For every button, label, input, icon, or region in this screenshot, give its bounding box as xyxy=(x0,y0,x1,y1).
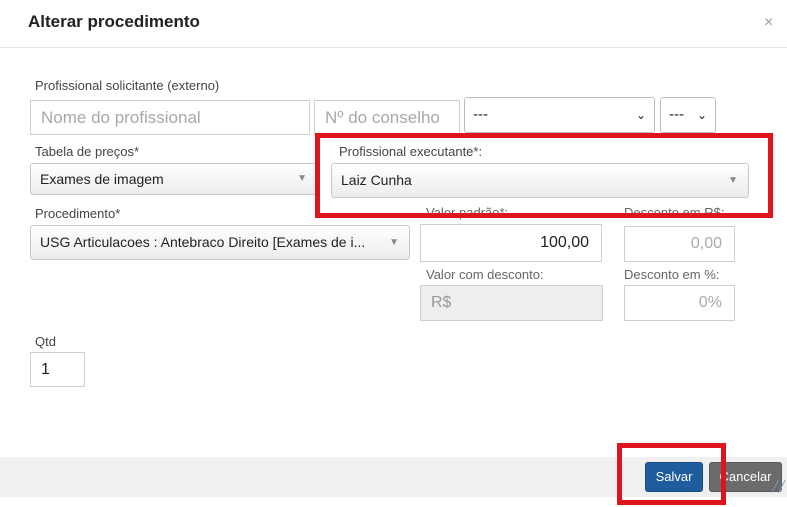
tabela-precos-select[interactable]: Exames de imagem ▼ xyxy=(30,163,318,195)
nome-profissional-input[interactable] xyxy=(30,100,310,135)
desconto-pct-label: Desconto em %: xyxy=(624,267,720,282)
tabela-precos-label: Tabela de preços* xyxy=(35,144,140,159)
uf-select-value: --- xyxy=(669,106,684,123)
triangle-down-icon: ▼ xyxy=(389,237,399,248)
profissional-solicitante-label: Profissional solicitante (externo) xyxy=(35,78,220,93)
save-button[interactable]: Salvar xyxy=(645,462,703,492)
triangle-down-icon: ▼ xyxy=(728,175,738,186)
uf-select[interactable]: --- ⌄ xyxy=(660,97,716,133)
qtd-input[interactable]: 1 xyxy=(30,352,85,387)
tabela-precos-value: Exames de imagem xyxy=(40,171,164,187)
dialog-title: Alterar procedimento xyxy=(28,12,200,31)
conselho-select-value: --- xyxy=(473,106,488,123)
desconto-rs-label: Desconto em R$: xyxy=(624,205,725,220)
procedimento-value: USG Articulacoes : Antebraco Direito [Ex… xyxy=(40,234,366,250)
dialog-header: Alterar procedimento × xyxy=(0,0,787,48)
conselho-select[interactable]: --- ⌄ xyxy=(464,97,655,133)
chevron-down-icon: ⌄ xyxy=(696,108,707,122)
valor-com-desconto-field: R$ xyxy=(420,285,603,321)
desconto-rs-input[interactable]: 0,00 xyxy=(624,226,735,262)
triangle-down-icon: ▼ xyxy=(297,173,307,184)
valor-com-desconto-label: Valor com desconto: xyxy=(426,267,544,282)
resize-grip-icon[interactable]: ╱╱ xyxy=(772,480,785,493)
valor-padrao-input[interactable]: 100,00 xyxy=(420,224,602,262)
procedimento-label: Procedimento* xyxy=(35,206,121,221)
profissional-executante-value: Laiz Cunha xyxy=(341,172,412,188)
profissional-executante-label: Profissional executante*: xyxy=(339,144,483,159)
chevron-down-icon: ⌄ xyxy=(635,108,646,122)
desconto-pct-input[interactable]: 0% xyxy=(624,285,735,321)
procedimento-select[interactable]: USG Articulacoes : Antebraco Direito [Ex… xyxy=(30,225,410,260)
conselho-input[interactable] xyxy=(314,100,460,135)
profissional-executante-select[interactable]: Laiz Cunha ▼ xyxy=(331,163,749,198)
close-icon[interactable]: × xyxy=(764,14,773,32)
qtd-label: Qtd xyxy=(35,334,56,349)
valor-padrao-label: Valor padrão*: xyxy=(426,205,509,220)
